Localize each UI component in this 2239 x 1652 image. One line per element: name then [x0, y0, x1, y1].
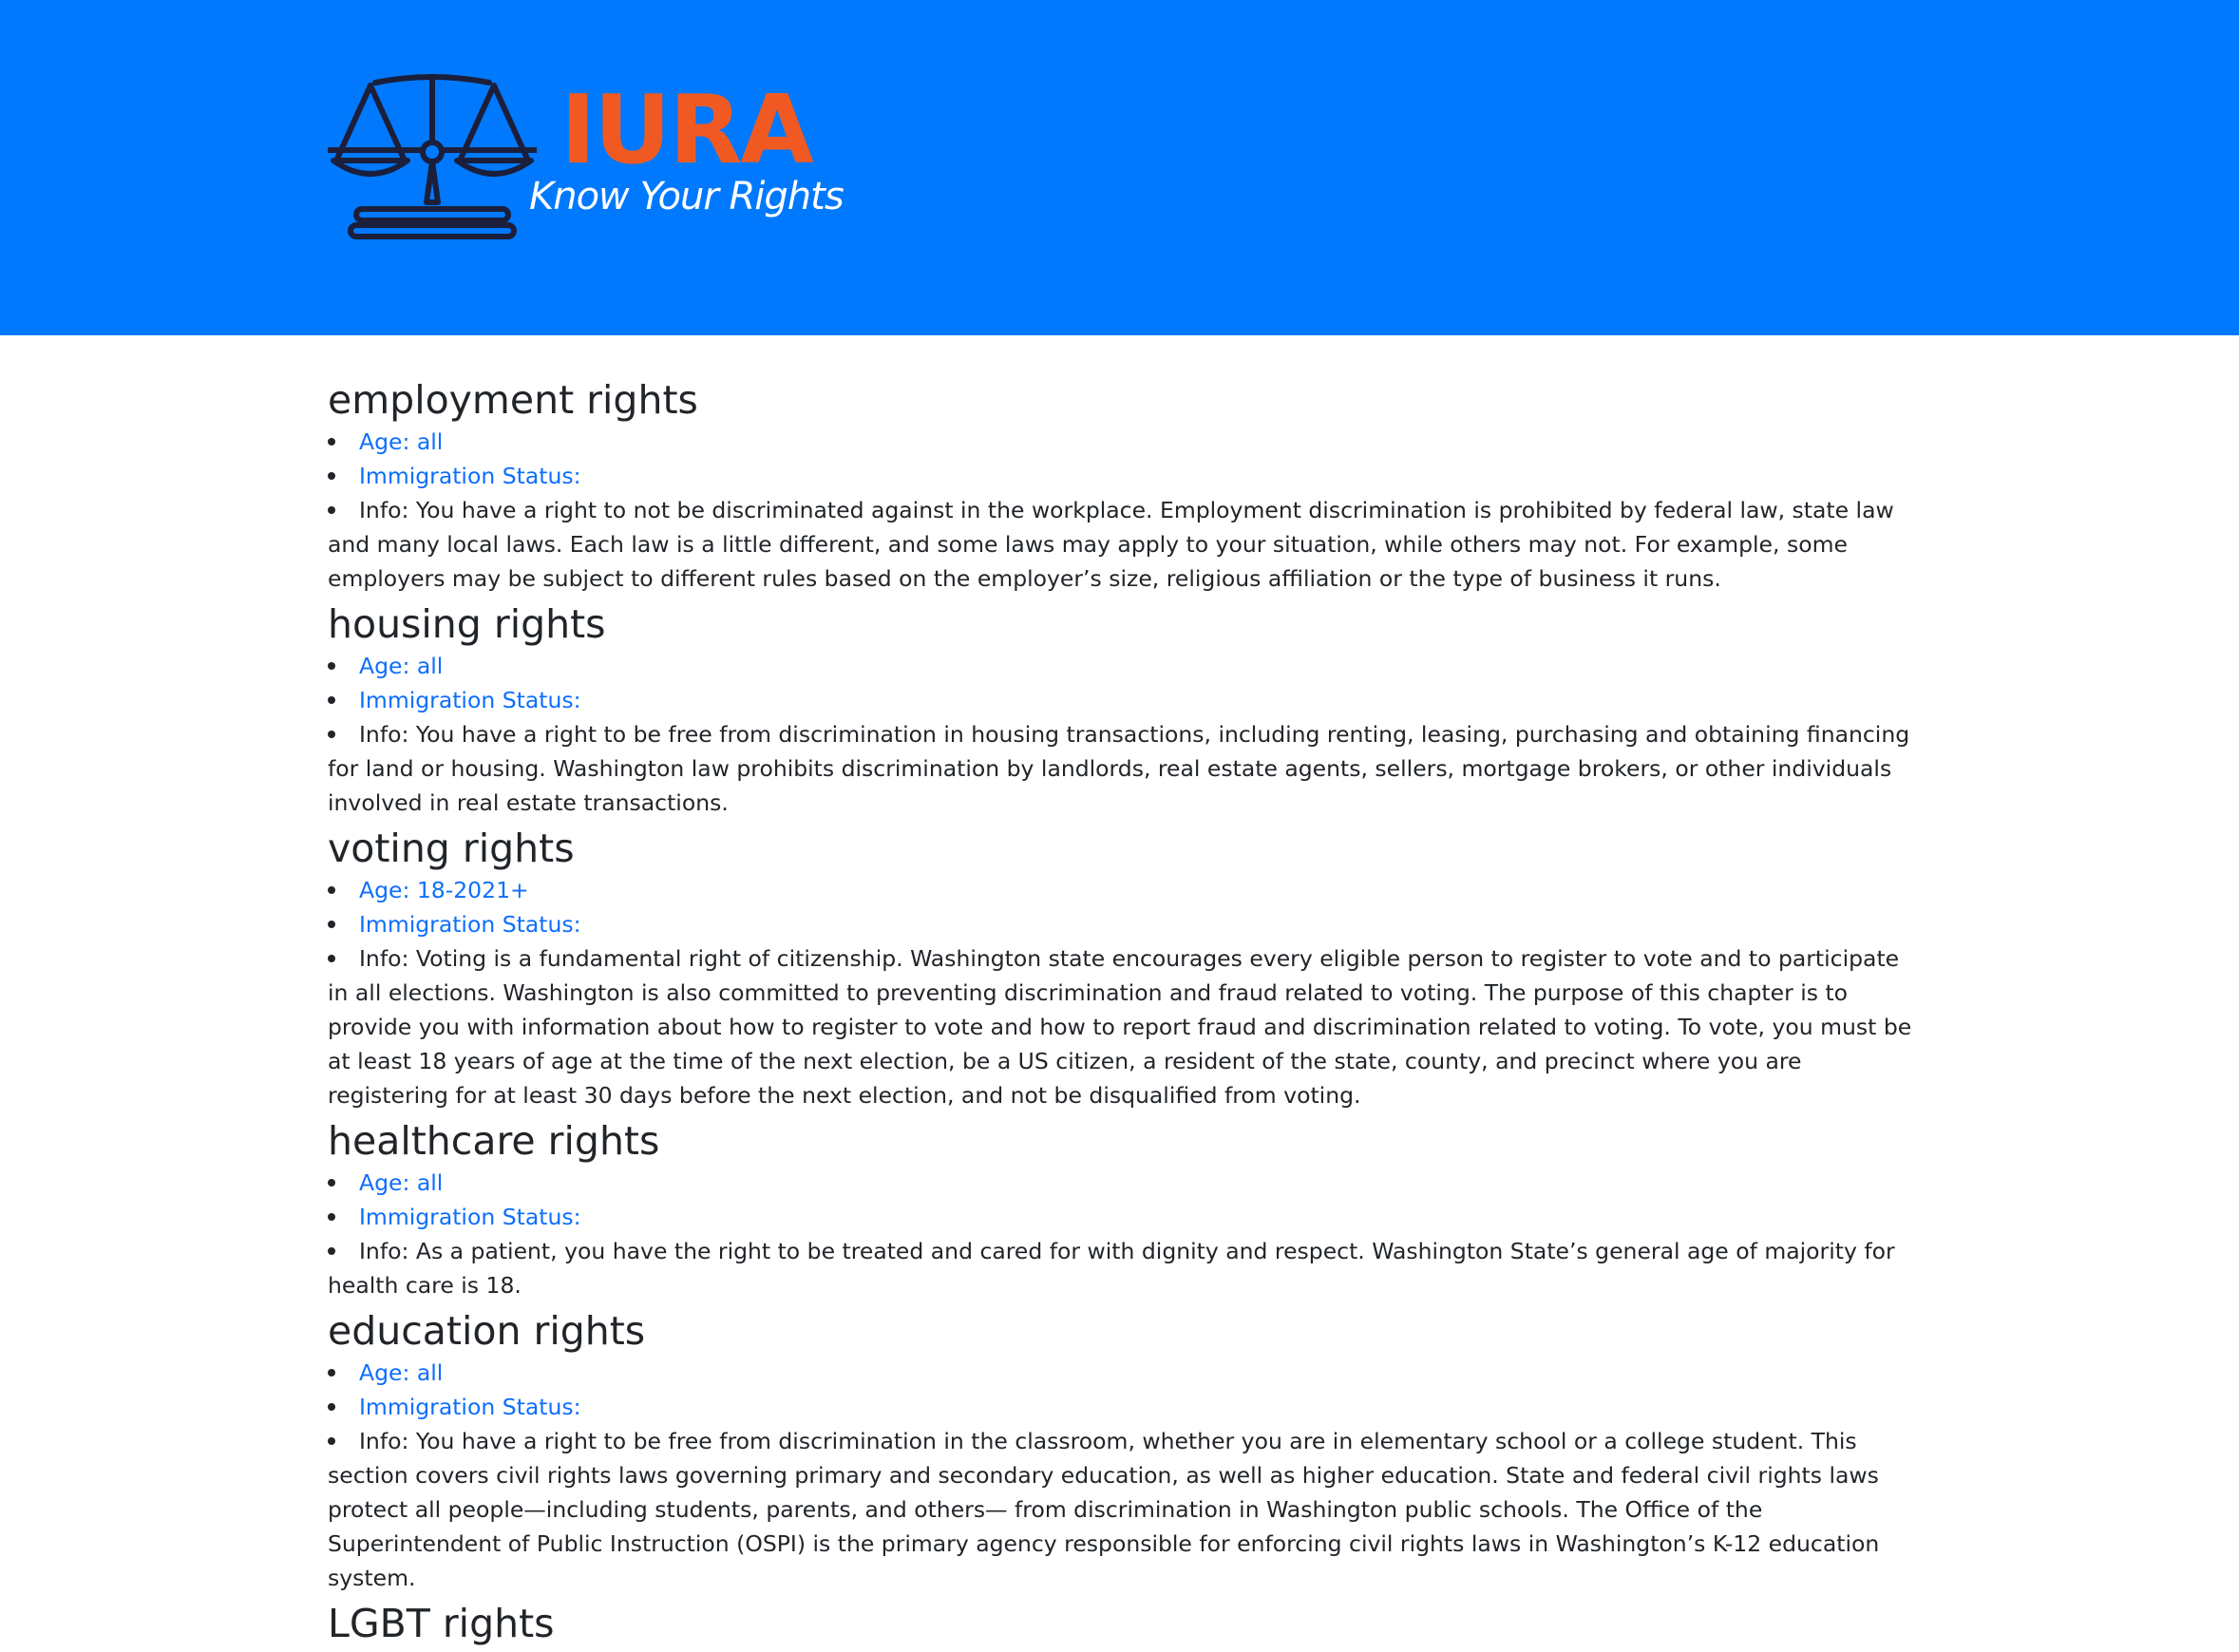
- age-link[interactable]: Age: 18-2021+: [359, 877, 529, 903]
- brand-name: IURA: [560, 74, 814, 185]
- section-employment-rights: employment rights Age: all Immigration S…: [328, 375, 1914, 596]
- section-title: LGBT rights: [328, 1601, 555, 1646]
- info-item: Info: You have a right to not be discrim…: [328, 493, 1914, 596]
- section-housing-rights: housing rights Age: all Immigration Stat…: [328, 599, 1914, 820]
- section-education-rights: education rights Age: all Immigration St…: [328, 1306, 1914, 1595]
- section-title: healthcare rights: [328, 1118, 660, 1164]
- info-text: Info: You have a right to be free from d…: [328, 1428, 1880, 1591]
- age-link[interactable]: Age: all: [359, 1169, 443, 1196]
- section-details: Age: all Immigration Status: Info: You h…: [328, 649, 1914, 820]
- info-item: Info: You have a right to be free from d…: [328, 717, 1914, 820]
- scales-of-justice-icon: [328, 74, 537, 239]
- immigration-status-link[interactable]: Immigration Status:: [359, 911, 581, 938]
- info-item: Info: As a patient, you have the right t…: [328, 1234, 1914, 1302]
- section-title: voting rights: [328, 826, 575, 871]
- immigration-status-link[interactable]: Immigration Status:: [359, 1204, 581, 1230]
- list-item: Immigration Status:: [328, 1200, 1914, 1234]
- list-item: Age: all: [328, 649, 1914, 683]
- list-item: Age: all: [328, 1166, 1914, 1200]
- info-item: Info: You have a right to be free from d…: [328, 1424, 1914, 1595]
- section-lgbt-rights: LGBT rights: [328, 1599, 1914, 1648]
- info-text: Info: You have a right to not be discrim…: [328, 497, 1894, 592]
- info-text: Info: As a patient, you have the right t…: [328, 1238, 1895, 1299]
- section-voting-rights: voting rights Age: 18-2021+ Immigration …: [328, 824, 1914, 1112]
- section-healthcare-rights: healthcare rights Age: all Immigration S…: [328, 1116, 1914, 1302]
- list-item: Immigration Status:: [328, 1390, 1914, 1424]
- list-item: Immigration Status:: [328, 459, 1914, 493]
- list-item: Immigration Status:: [328, 683, 1914, 717]
- section-details: Age: 18-2021+ Immigration Status: Info: …: [328, 873, 1914, 1112]
- age-link[interactable]: Age: all: [359, 653, 443, 679]
- immigration-status-link[interactable]: Immigration Status:: [359, 687, 581, 713]
- info-text: Info: Voting is a fundamental right of c…: [328, 945, 1912, 1109]
- brand-tagline: Know Your Rights: [529, 175, 844, 218]
- age-link[interactable]: Age: all: [359, 428, 443, 455]
- section-details: Age: all Immigration Status: Info: You h…: [328, 425, 1914, 596]
- age-link[interactable]: Age: all: [359, 1359, 443, 1386]
- list-item: Age: 18-2021+: [328, 873, 1914, 907]
- immigration-status-link[interactable]: Immigration Status:: [359, 1394, 581, 1420]
- section-details: Age: all Immigration Status: Info: As a …: [328, 1166, 1914, 1302]
- rights-list: employment rights Age: all Immigration S…: [328, 375, 1914, 1652]
- section-title: education rights: [328, 1308, 646, 1354]
- section-details: Age: all Immigration Status: Info: You h…: [328, 1356, 1914, 1595]
- section-title: employment rights: [328, 377, 698, 423]
- site-logo[interactable]: IURA Know Your Rights: [328, 71, 860, 247]
- site-header: IURA Know Your Rights: [0, 0, 2239, 335]
- info-text: Info: You have a right to be free from d…: [328, 721, 1910, 816]
- immigration-status-link[interactable]: Immigration Status:: [359, 463, 581, 489]
- list-item: Immigration Status:: [328, 907, 1914, 941]
- section-title: housing rights: [328, 601, 606, 647]
- info-item: Info: Voting is a fundamental right of c…: [328, 941, 1914, 1112]
- list-item: Age: all: [328, 1356, 1914, 1390]
- list-item: Age: all: [328, 425, 1914, 459]
